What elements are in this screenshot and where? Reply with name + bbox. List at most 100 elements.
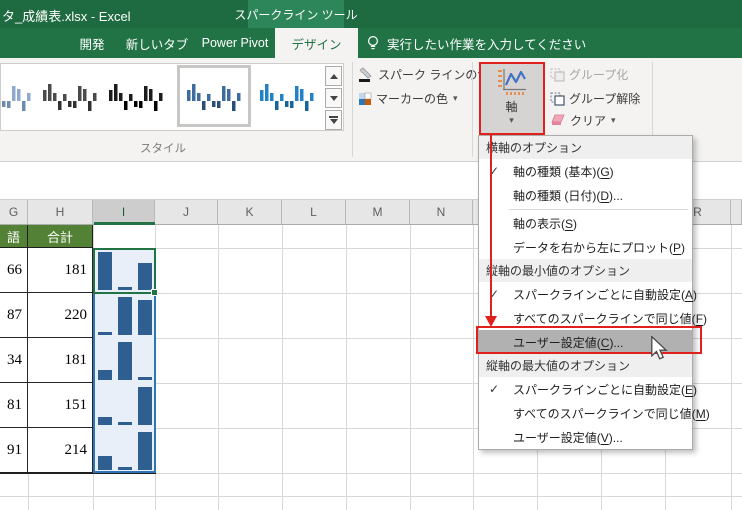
window-title: タ_成績表.xlsx - Excel (2, 6, 131, 25)
triangle-down-icon (330, 119, 338, 124)
cell-g-row3[interactable]: 34 (0, 338, 28, 383)
clear-button[interactable]: クリア ▾ (550, 112, 616, 129)
mouse-cursor (648, 336, 670, 363)
column-header-n[interactable]: N (410, 200, 473, 224)
gridline (282, 225, 283, 510)
menu-item-plot-right-to-left[interactable]: データを右から左にプロット(P) (479, 235, 692, 259)
sparkline-style-thumbnail[interactable] (0, 68, 35, 124)
caret-down-icon: ▾ (453, 93, 458, 104)
tell-me-search[interactable]: 実行したい作業を入力してください (366, 28, 586, 58)
sparkline-style-preview-icon (108, 75, 164, 117)
sparkline-cell-row2[interactable] (98, 297, 152, 335)
tab-new-tab[interactable]: 新しいタブ (120, 28, 194, 58)
table-header-cell-g[interactable]: 語 (0, 225, 28, 248)
fill-handle[interactable] (151, 289, 158, 296)
table-header-cell-total[interactable]: 合計 (28, 225, 93, 248)
menu-header-vertical-axis-min: 縦軸の最小値のオプション (479, 259, 692, 282)
menu-item-axis-type-general[interactable]: ✓ 軸の種類 (基本)(G) (479, 159, 692, 183)
gridline (410, 225, 411, 510)
sparkline-style-preview-icon (259, 75, 315, 117)
sparkline-color-button[interactable]: スパーク ラインの色 ▾ (358, 66, 499, 83)
menu-item-min-auto[interactable]: ✓ スパークラインごとに自動設定(A) (479, 282, 692, 306)
sparkline-style-thumbnail[interactable] (256, 68, 318, 124)
ungroup-button[interactable]: グループ解除 (550, 90, 640, 107)
ungroup-icon (550, 92, 565, 106)
axis-dropdown-menu: 横軸のオプション ✓ 軸の種類 (基本)(G) 軸の種類 (日付)(D)... … (478, 135, 693, 450)
sparkline-cell-row3[interactable] (98, 342, 152, 380)
style-group-label: スタイル (140, 140, 186, 156)
column-header-m[interactable]: M (346, 200, 410, 224)
marker-color-button[interactable]: マーカーの色 ▾ (358, 90, 458, 107)
column-header-h[interactable]: H (28, 200, 93, 224)
menu-item-max-same-for-all[interactable]: すべてのスパークラインで同じ値(M) (479, 401, 692, 425)
marker-color-label: マーカーの色 (376, 90, 448, 107)
gridline (0, 496, 742, 497)
menu-item-axis-type-date[interactable]: 軸の種類 (日付)(D)... (479, 183, 692, 207)
gridline (346, 225, 347, 510)
cell-g-row1[interactable]: 66 (0, 248, 28, 293)
caret-down-icon: ▾ (611, 115, 616, 126)
column-header-j[interactable]: J (155, 200, 218, 224)
gridline (473, 225, 474, 510)
sparkline-bar (118, 467, 132, 470)
annotation-arrow-line (490, 135, 492, 317)
cell-g-row2[interactable]: 87 (0, 293, 28, 338)
sparkline-bar (138, 387, 152, 425)
menu-item-show-axis[interactable]: 軸の表示(S) (479, 211, 692, 235)
lightbulb-icon (366, 35, 380, 51)
tab-design[interactable]: デザイン (275, 28, 358, 58)
tell-me-label: 実行したい作業を入力してください (387, 34, 586, 53)
selected-column-indicator (94, 222, 155, 225)
sparkline-bar (118, 297, 132, 335)
cell-h-row3[interactable]: 181 (28, 338, 93, 383)
gallery-scroll-up-button[interactable] (325, 66, 342, 86)
sparkline-bar (98, 417, 112, 425)
sparkline-bar (138, 432, 152, 470)
cell-h-row4[interactable]: 151 (28, 383, 93, 428)
menu-item-max-auto[interactable]: ✓ スパークラインごとに自動設定(E) (479, 377, 692, 401)
sparkline-bar (138, 377, 152, 380)
eraser-icon (550, 114, 566, 127)
cell-h-row5[interactable]: 214 (28, 428, 93, 473)
gridline (218, 225, 219, 510)
marker-color-icon (358, 92, 372, 106)
more-styles-icon (329, 116, 338, 118)
triangle-down-icon (330, 96, 338, 101)
sparkline-style-thumbnail-selected[interactable] (177, 65, 251, 127)
column-header-i-selected[interactable]: I (93, 200, 155, 224)
gallery-more-button[interactable] (325, 110, 342, 130)
tab-developer[interactable]: 開発 (66, 28, 118, 58)
gridline (731, 225, 732, 510)
sparkline-bar (118, 422, 132, 425)
sparkline-bar (98, 370, 112, 380)
checkmark-icon: ✓ (489, 382, 499, 396)
cell-g-row5[interactable]: 91 (0, 428, 28, 473)
sparkline-cell-row5[interactable] (98, 432, 152, 470)
sparkline-style-thumbnail[interactable] (39, 68, 101, 124)
sparkline-style-preview-icon (0, 75, 32, 117)
column-header-partial[interactable] (731, 200, 742, 224)
sparkline-style-thumbnail[interactable] (105, 68, 167, 124)
gallery-scroll-down-button[interactable] (325, 88, 342, 108)
sparkline-cell-row4[interactable] (98, 387, 152, 425)
context-tab-group-sparkline-tools: スパークライン ツール (248, 0, 344, 28)
sparkline-bar (98, 332, 112, 335)
column-header-l[interactable]: L (282, 200, 346, 224)
menu-item-max-custom-value[interactable]: ユーザー設定値(V)... (479, 425, 692, 449)
sparkline-style-preview-icon (186, 75, 242, 117)
ribbon-separator (352, 62, 353, 157)
column-header-g[interactable]: G (0, 200, 28, 224)
active-cell-border (93, 248, 156, 294)
column-header-k[interactable]: K (218, 200, 282, 224)
group-button-label: グループ化 (569, 66, 628, 83)
cell-h-row2[interactable]: 220 (28, 293, 93, 338)
cell-h-row1[interactable]: 181 (28, 248, 93, 293)
tab-power-pivot[interactable]: Power Pivot (196, 28, 274, 58)
sparkline-bar (118, 342, 132, 380)
annotation-box-axis-button (479, 62, 545, 135)
sparkline-bar (98, 456, 112, 470)
sparkline-style-preview-icon (42, 75, 98, 117)
cell-g-row4[interactable]: 81 (0, 383, 28, 428)
group-button: グループ化 (550, 66, 628, 83)
clear-button-label: クリア (570, 112, 606, 129)
